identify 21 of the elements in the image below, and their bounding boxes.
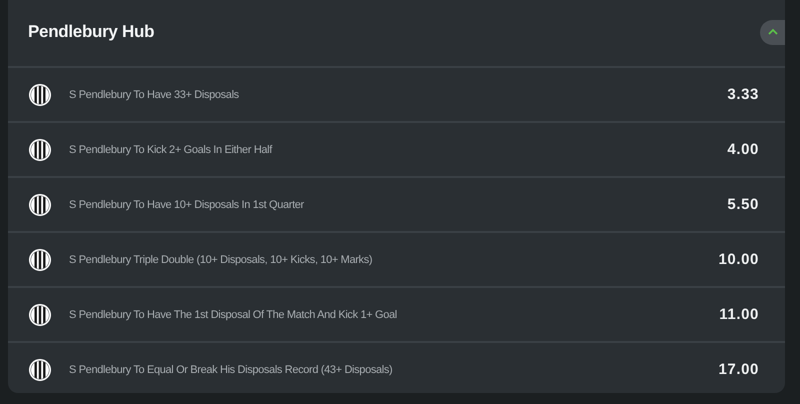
odds-button[interactable]: 17.00 bbox=[718, 359, 759, 380]
market-label: S Pendlebury To Equal Or Break His Disposals Record (43+ Disposals) bbox=[69, 364, 394, 376]
market-label: S Pendlebury To Have 33+ Disposals bbox=[69, 88, 240, 100]
odds-button[interactable]: 3.33 bbox=[727, 84, 759, 105]
chevron-icon bbox=[766, 27, 778, 37]
odds-button[interactable]: 11.00 bbox=[719, 304, 759, 325]
odds-button[interactable]: 5.50 bbox=[727, 194, 759, 215]
striped-jumper-icon bbox=[28, 82, 52, 106]
collapse-button[interactable] bbox=[760, 20, 785, 44]
striped-jumper-icon bbox=[28, 358, 52, 382]
market-label: S Pendlebury To Have The 1st Disposal Of The Match And Kick 1+ Goal bbox=[69, 308, 398, 320]
striped-jumper-icon bbox=[28, 138, 52, 162]
market-label: S Pendlebury To Kick 2+ Goals In Either Half bbox=[69, 144, 274, 156]
market-label: S Pendlebury Triple Double (10+ Disposals, 10+ Kicks, 10+ Marks) bbox=[69, 254, 374, 266]
market-label: S Pendlebury To Have 10+ Disposals In 1st Quarter bbox=[69, 198, 305, 210]
odds-button[interactable]: 10.00 bbox=[718, 249, 759, 270]
panel-title: Pendlebury Hub bbox=[28, 22, 154, 42]
odds-button[interactable]: 4.00 bbox=[727, 139, 759, 160]
striped-jumper-icon bbox=[28, 192, 52, 216]
striped-jumper-icon bbox=[28, 248, 52, 272]
striped-jumper-icon bbox=[28, 302, 52, 326]
